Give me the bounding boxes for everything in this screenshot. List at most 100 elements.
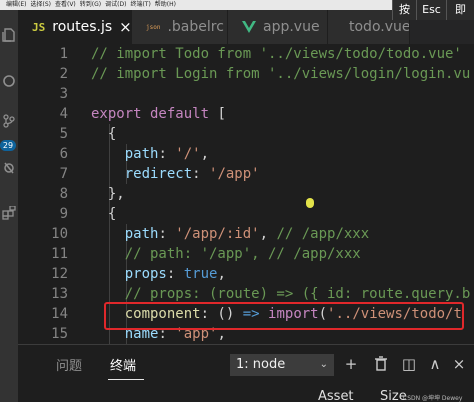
- tab-app-vue[interactable]: app.vue: [228, 10, 328, 44]
- code-token: :: [192, 166, 210, 182]
- debug-icon[interactable]: [2, 160, 16, 174]
- code-line: 13 // props: (route) => ({ id: route.que…: [18, 284, 474, 304]
- close-panel-icon[interactable]: ×: [450, 355, 468, 373]
- code-token: // /app/xxx: [276, 226, 370, 242]
- tab-routes-js[interactable]: JS routes.js ×: [18, 10, 132, 44]
- code-token: // import Todo from '../views/todo/todo.…: [91, 46, 462, 62]
- menu-selection[interactable]: 选择(S): [30, 0, 51, 10]
- code-token: path: [91, 226, 159, 242]
- vue-file-icon: [242, 21, 256, 33]
- tab-terminal[interactable]: 终端: [110, 355, 136, 374]
- code-line: 8 },: [18, 184, 474, 204]
- line-code: // props: (route) => ({ id: route.query.…: [91, 284, 471, 304]
- tab-label: todo.vue: [349, 19, 410, 35]
- watermark: CSDN @坤坤 Dewey: [403, 395, 463, 402]
- code-token: :: [158, 226, 176, 242]
- line-code: // path: '/app', // /app/xxx: [91, 244, 361, 264]
- code-token: ,: [217, 266, 226, 282]
- search-icon[interactable]: [2, 74, 16, 88]
- chevron-down-icon: ⌄: [319, 359, 328, 370]
- code-token: ,: [259, 226, 277, 242]
- code-token: },: [91, 186, 125, 202]
- code-line: 4 export default [: [18, 104, 474, 124]
- menu-goto[interactable]: 转到(G): [80, 0, 101, 10]
- line-code: path: '/',: [91, 144, 209, 164]
- code-token: true: [183, 266, 218, 282]
- line-number: 12: [51, 266, 68, 282]
- activity-bar: 29: [0, 10, 18, 402]
- line-number: 10: [51, 226, 68, 242]
- tab-label: .babelrc: [167, 19, 224, 35]
- source-control-icon[interactable]: [2, 114, 16, 128]
- code-token: // import Login from '../views/login/log…: [91, 66, 471, 82]
- line-code: export default [: [91, 104, 226, 124]
- code-line: 5 {: [18, 124, 474, 144]
- code-token: {: [91, 126, 117, 142]
- trash-icon[interactable]: [372, 355, 390, 373]
- tab-label: app.vue: [263, 19, 320, 35]
- code-line: 6 path: '/',: [18, 144, 474, 164]
- code-token: // path: '/app', // /app/xxx: [91, 246, 361, 262]
- code-token: // props: (route) => ({ id: route.query.…: [91, 286, 471, 302]
- add-terminal-icon[interactable]: +: [342, 355, 360, 373]
- code-token: ,: [200, 146, 210, 162]
- code-token: {: [91, 206, 117, 222]
- line-code: },: [91, 184, 125, 204]
- code-line: 7 redirect: '/app': [18, 164, 474, 184]
- line-code: {: [91, 124, 116, 144]
- maximize-panel-icon[interactable]: ∧: [426, 355, 444, 373]
- code-line: 12 props: true,: [18, 264, 474, 284]
- line-number: 14: [51, 306, 68, 322]
- code-token: '/': [175, 146, 201, 162]
- explorer-icon[interactable]: [2, 28, 16, 42]
- tab-problems[interactable]: 问题: [56, 355, 82, 374]
- code-line: 2 // import Login from '../views/login/lo…: [18, 64, 474, 84]
- menu-edit[interactable]: 编辑(E): [6, 0, 26, 10]
- tab-babelrc[interactable]: json .babelrc: [132, 10, 228, 44]
- ime-key-ji: 即: [446, 0, 474, 20]
- line-code: {: [91, 204, 116, 224]
- code-line: 9 {: [18, 204, 474, 224]
- bottom-panel: 问题 终端 1: node ⌄ + ◫ ∧ × Asset Size CSDN …: [18, 344, 474, 402]
- active-tab-indicator: [108, 379, 144, 380]
- code-line: 1 // import Todo from '../views/todo/todo…: [18, 44, 474, 64]
- source-control-badge: 29: [0, 140, 16, 151]
- line-number: 5: [59, 126, 68, 142]
- line-number: 2: [59, 66, 68, 82]
- line-number: 6: [59, 146, 68, 162]
- highlight-box: [104, 302, 464, 330]
- menu-debug[interactable]: 调试(D): [105, 0, 126, 10]
- line-code: path: '/app/:id', // /app/xxx: [91, 224, 369, 244]
- code-token: '/app': [209, 166, 260, 182]
- line-number: 3: [59, 86, 68, 102]
- menu-help[interactable]: 帮助(H): [155, 0, 176, 10]
- terminal-select[interactable]: 1: node ⌄: [230, 354, 334, 376]
- extensions-icon[interactable]: [2, 206, 16, 220]
- line-number: 4: [59, 106, 68, 122]
- line-number: 1: [59, 46, 68, 62]
- ime-key-esc: Esc: [416, 0, 446, 20]
- close-icon[interactable]: ×: [119, 18, 131, 36]
- code-token: redirect: [91, 166, 193, 182]
- line-code: redirect: '/app': [91, 164, 260, 184]
- menu-terminal[interactable]: 终端(T): [130, 0, 150, 10]
- split-terminal-icon[interactable]: ◫: [400, 355, 418, 373]
- tab-label: routes.js: [52, 19, 113, 35]
- code-token: '/app/:id': [175, 226, 260, 242]
- line-number: 11: [51, 246, 68, 262]
- menu-view[interactable]: 查看(V): [55, 0, 76, 10]
- ime-key-an: 按: [392, 0, 416, 20]
- code-token: :: [158, 146, 176, 162]
- code-line: 3: [18, 84, 474, 104]
- line-number: 15: [51, 326, 68, 342]
- code-line: 11 // path: '/app', // /app/xxx: [18, 244, 474, 264]
- line-number: 7: [59, 166, 68, 182]
- code-editor[interactable]: 1 // import Todo from '../views/todo/todo…: [18, 44, 474, 344]
- code-token: props: [91, 266, 167, 282]
- line-number: 13: [51, 286, 68, 302]
- json-file-icon: json: [146, 23, 161, 31]
- mouse-cursor-icon: [306, 198, 314, 208]
- line-code: props: true,: [91, 264, 226, 284]
- line-code: // import Todo from '../views/todo/todo.…: [91, 44, 462, 64]
- code-token: :: [166, 266, 184, 282]
